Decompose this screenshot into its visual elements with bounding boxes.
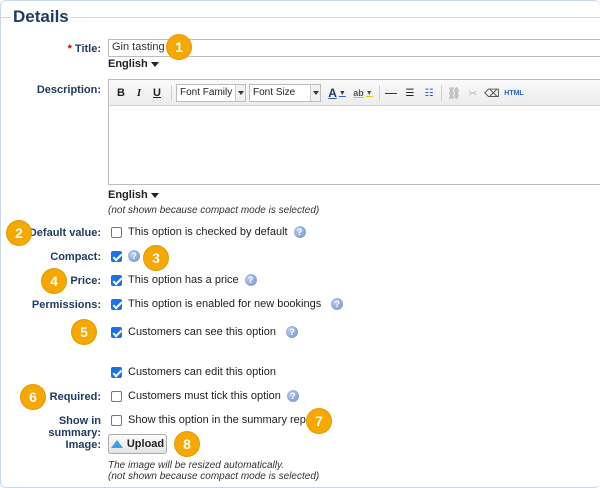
editor-toolbar: B I U Font Family Font Size A ▼ ab ▼ ☰ ☷ ⛓… [109,80,600,106]
summary-checkbox[interactable] [111,414,122,426]
summary-text: Show this option in the summary report [128,414,319,426]
text-color-icon: A [328,86,337,100]
numbered-list-icon: ☷ [424,87,434,99]
callout-badge-2: 2 [7,221,31,245]
compact-label: Compact: [50,251,101,263]
clear-format-button[interactable]: ⌫ [484,85,500,101]
price-text: This option has a price [128,274,239,286]
permission-row-customers-edit: Customers can edit this option [111,366,276,378]
required-mark: * [67,43,72,55]
price-row: This option has a price ? [111,274,257,286]
section-title: Details [11,7,71,27]
panel-border [1,17,600,18]
upload-button[interactable]: Upload [108,434,167,454]
compact-checkbox[interactable] [111,250,122,262]
required-text: Customers must tick this option [128,390,281,402]
upload-button-label: Upload [126,438,165,450]
callout-badge-4: 4 [42,269,66,293]
title-language-label: English [108,58,148,70]
required-label: Required: [49,391,101,403]
description-language-selector[interactable]: English [108,189,159,201]
horizontal-rule-button[interactable] [384,85,398,101]
link-icon: ⛓ [447,87,461,100]
toolbar-separator [171,85,172,101]
text-color-button[interactable]: A ▼ [326,85,348,101]
permission-customers-see-text: Customers can see this option [128,326,276,338]
chevron-down-icon [150,192,159,198]
description-editor[interactable]: B I U Font Family Font Size A ▼ ab ▼ ☰ ☷ ⛓… [108,79,600,185]
callout-badge-6: 6 [21,385,45,409]
horizontal-rule-icon [385,92,397,94]
link-button[interactable]: ⛓ [447,85,461,101]
permission-row-customers-see: Customers can see this option ? [111,326,298,338]
default-value-checkbox[interactable] [111,226,122,238]
image-label: Image: [65,439,101,451]
permission-customers-edit-text: Customers can edit this option [128,366,276,378]
title-label: * Title: [5,43,101,55]
help-icon[interactable]: ? [286,390,299,402]
default-value-text: This option is checked by default [128,226,288,238]
unlink-icon: ✂ [468,87,478,100]
required-row: Customers must tick this option ? [111,390,299,402]
description-language-label: English [108,189,148,201]
bullet-list-icon: ☰ [405,87,415,99]
chevron-down-icon [150,61,159,67]
permission-customers-edit-checkbox[interactable] [111,366,122,378]
font-family-select[interactable]: Font Family [176,84,246,102]
default-value-row: This option is checked by default ? [111,226,306,238]
help-icon[interactable]: ? [331,298,344,310]
underline-button[interactable]: U [151,85,163,101]
details-panel: Details * Title: Gin tasting English Des… [0,0,600,488]
required-checkbox[interactable] [111,390,122,402]
compact-row: ? [111,250,140,262]
image-compact-note: (not shown because compact mode is selec… [108,471,320,482]
callout-badge-3: 3 [144,246,168,270]
highlight-icon: ab [353,88,364,98]
permission-customers-see-checkbox[interactable] [111,326,122,338]
callout-badge-7: 7 [307,409,331,433]
help-icon[interactable]: ? [128,250,140,262]
callout-badge-5: 5 [72,320,96,344]
bold-button[interactable]: B [115,85,127,101]
image-resize-note: The image will be resized automatically. [108,460,285,471]
permission-row-new-bookings: This option is enabled for new bookings … [111,298,344,310]
help-icon[interactable]: ? [244,274,257,286]
italic-button[interactable]: I [133,85,145,101]
dropdown-arrow-icon [310,85,320,101]
toolbar-separator [441,85,442,101]
summary-row: Show this option in the summary report [111,414,319,426]
font-family-value: Font Family [180,87,233,98]
highlight-button[interactable]: ab ▼ [351,85,375,101]
help-icon[interactable]: ? [293,226,306,238]
unlink-button[interactable]: ✂ [466,85,480,101]
description-label: Description: [36,84,101,96]
dropdown-arrow-icon [235,85,245,101]
price-checkbox[interactable] [111,274,122,286]
eraser-icon: ⌫ [484,87,500,100]
font-size-value: Font Size [253,87,296,98]
html-button[interactable]: HTML [503,85,525,101]
summary-label: Show in summary: [48,415,101,439]
permission-new-bookings-checkbox[interactable] [111,298,122,310]
font-size-select[interactable]: Font Size [249,84,321,102]
title-label-text: Title: [74,43,101,55]
permissions-label: Permissions: [31,299,101,311]
permission-new-bookings-text: This option is enabled for new bookings [128,298,322,310]
toolbar-separator [379,85,380,101]
numbered-list-button[interactable]: ☷ [422,85,436,101]
callout-badge-8: 8 [175,432,199,456]
callout-badge-1: 1 [167,35,191,59]
help-icon[interactable]: ? [285,326,298,338]
title-input-value: Gin tasting [112,41,165,53]
upload-icon [110,440,123,448]
description-note: (not shown because compact mode is selec… [108,205,320,216]
bullet-list-button[interactable]: ☰ [403,85,417,101]
title-language-selector[interactable]: English [108,58,159,70]
